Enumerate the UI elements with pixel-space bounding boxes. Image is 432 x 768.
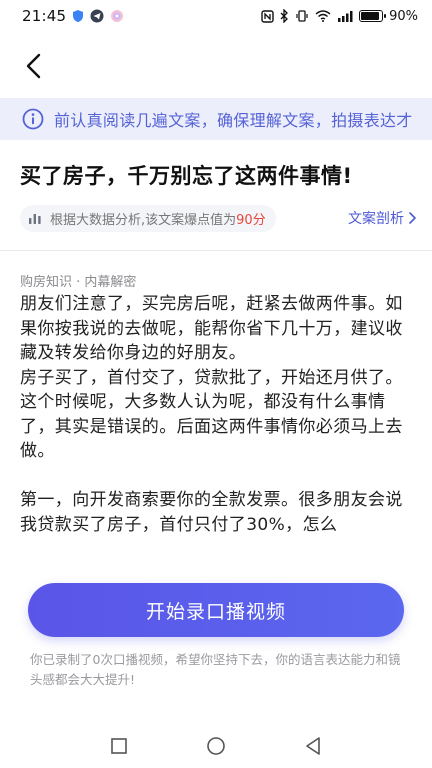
score-row: 根据大数据分析,该文案爆点值为 90分 文案剖析: [20, 204, 416, 232]
score-value: 90分: [236, 212, 266, 228]
color-wheel-icon: [110, 9, 124, 23]
script-paragraph: 朋友们注意了，买完房后呢，赶紧去做两件事。如果你按我说的去做呢，能帮你省下几十万…: [20, 294, 403, 363]
back-nav-button[interactable]: [293, 726, 333, 766]
chevron-left-icon: [26, 53, 41, 79]
system-nav-bar: [0, 726, 432, 766]
status-left: 21:45: [22, 7, 124, 25]
record-note: 你已录制了0次口播视频，希望你坚持下去，你的语言表达能力和镜头感都会大大提升!: [30, 652, 401, 687]
battery-icon: [359, 10, 387, 22]
telegram-icon: [90, 9, 104, 23]
vibrate-icon: [295, 9, 309, 23]
status-bar: 21:45 90%: [0, 0, 432, 32]
analysis-link[interactable]: 文案剖析: [348, 208, 416, 228]
triangle-back-icon: [306, 737, 321, 755]
score-prefix: 根据大数据分析,该文案爆点值为: [50, 212, 237, 228]
wifi-icon: [315, 10, 331, 22]
home-button[interactable]: [196, 726, 236, 766]
tip-banner: 前认真阅读几遍文案，确保理解文案，拍摄表达才: [0, 98, 432, 140]
info-icon: [22, 108, 44, 130]
battery-percentage: 90%: [389, 8, 418, 24]
start-recording-button[interactable]: 开始录口播视频: [28, 583, 404, 637]
tip-text: 前认真阅读几遍文案，确保理解文案，拍摄表达才: [54, 111, 413, 130]
bar-chart-icon: [29, 214, 41, 224]
signal-icon: [337, 10, 353, 22]
status-time: 21:45: [22, 7, 67, 25]
nfc-icon: [261, 9, 274, 23]
bluetooth-icon: [280, 9, 289, 23]
analysis-link-label: 文案剖析: [348, 211, 404, 227]
battery-fill: [361, 12, 380, 20]
shield-icon: [72, 9, 84, 23]
back-button[interactable]: [16, 48, 52, 84]
circle-icon: [207, 737, 225, 755]
square-icon: [110, 738, 127, 754]
divider: [0, 250, 432, 251]
script-paragraph: 第一，向开发商索要你的全款发票。很多朋友会说我贷款买了房子，首付只付了30%，怎…: [20, 490, 403, 535]
score-badge: 根据大数据分析,该文案爆点值为 90分: [20, 204, 276, 232]
category-tags: 购房知识 · 内幕解密: [20, 275, 137, 290]
script-paragraph: 房子买了，首付交了，贷款批了，开始还月供了。这个时候呢，大多数人认为呢，都没有什…: [20, 367, 403, 462]
header: [0, 40, 432, 90]
script-body[interactable]: 朋友们注意了，买完房后呢，赶紧去做两件事。如果你按我说的去做呢，能帮你省下几十万…: [20, 292, 412, 560]
recent-apps-button[interactable]: [99, 726, 139, 766]
page-title: 买了房子，千万别忘了这两件事情!: [20, 164, 353, 188]
chevron-right-icon: [409, 212, 416, 224]
status-right: 90%: [261, 9, 418, 24]
